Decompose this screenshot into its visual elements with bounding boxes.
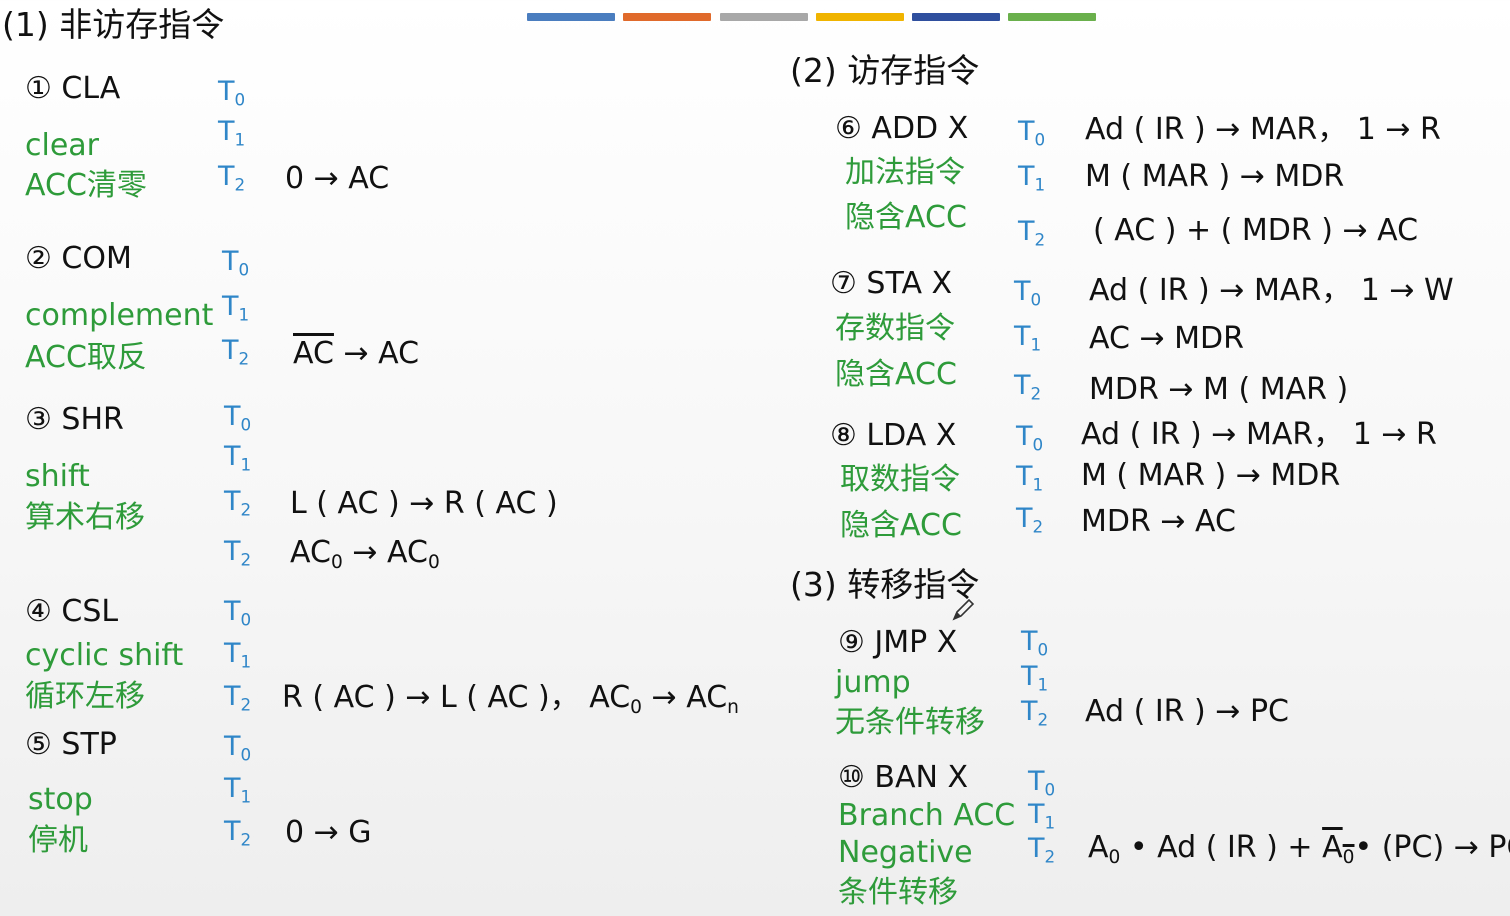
instr-shr-en: shift [25, 459, 90, 494]
color-bar-orange [623, 13, 711, 21]
instr-csl-name: ④ CSL [25, 594, 119, 629]
sta-op0: Ad ( IR ) → MAR， 1 → W [1089, 273, 1454, 308]
shr-t2: T2 [224, 486, 252, 520]
color-bar-navy [912, 13, 1000, 21]
add-op1: M ( MAR ) → MDR [1085, 159, 1345, 194]
add-op2: ( AC ) + ( MDR ) → AC [1093, 213, 1419, 248]
jmp-t0: T0 [1021, 626, 1049, 660]
instr-csl-en: cyclic shift [25, 638, 184, 673]
instr-jmp-en: jump [835, 665, 911, 700]
color-bar-gray [720, 13, 808, 21]
lda-op1: M ( MAR ) → MDR [1081, 458, 1341, 493]
ban-t0: T0 [1028, 766, 1056, 800]
cla-t1: T1 [218, 116, 246, 150]
shr-t0: T0 [224, 401, 252, 435]
stp-op: 0 → G [285, 815, 372, 850]
color-bar-yellow [816, 13, 904, 21]
instr-jmp-cn: 无条件转移 [835, 705, 985, 740]
csl-t1: T1 [224, 638, 252, 672]
instr-add-cn1: 加法指令 [845, 155, 965, 190]
com-t1: T1 [222, 291, 250, 325]
instr-cla-cn: ACC清零 [25, 168, 147, 203]
lda-t1: T1 [1016, 461, 1044, 495]
add-t0: T0 [1018, 116, 1046, 150]
instr-sta-cn2: 隐含ACC [835, 357, 957, 392]
ban-op: A0 • Ad ( IR ) + A0• (PC) → PC [1088, 830, 1510, 868]
jmp-t2: T2 [1021, 696, 1049, 730]
instr-shr-name: ③ SHR [25, 402, 124, 437]
add-t2: T2 [1018, 216, 1046, 250]
sta-t0: T0 [1014, 276, 1042, 310]
shr-op2: AC0 → AC0 [290, 535, 440, 573]
instr-lda-cn2: 隐含ACC [840, 508, 962, 543]
sta-op1: AC → MDR [1089, 321, 1244, 356]
shr-op1: L ( AC ) → R ( AC ) [290, 486, 558, 521]
shr-t2b: T2 [224, 536, 252, 570]
pencil-cursor-icon [952, 598, 975, 621]
cla-t2: T2 [218, 161, 246, 195]
instr-cla-en: clear [25, 128, 100, 163]
stp-t0: T0 [224, 731, 252, 765]
jmp-t1: T1 [1021, 661, 1049, 695]
instr-add-cn2: 隐含ACC [845, 200, 967, 235]
stp-t1: T1 [224, 773, 252, 807]
add-op0: Ad ( IR ) → MAR， 1 → R [1085, 112, 1441, 147]
csl-t0: T0 [224, 596, 252, 630]
instr-csl-cn: 循环左移 [25, 679, 145, 714]
instr-ban-name: ⑩ BAN X [838, 760, 969, 795]
cla-t0: T0 [218, 76, 246, 110]
color-bar-blue [527, 13, 615, 21]
instr-stp-name: ⑤ STP [25, 727, 117, 762]
instr-stp-en: stop [28, 782, 93, 817]
section-heading-nonmemory: (1) 非访存指令 [2, 5, 225, 44]
instr-jmp-name: ⑨ JMP X [838, 625, 958, 660]
instr-lda-cn1: 取数指令 [840, 462, 960, 497]
instr-sta-name: ⑦ STA X [830, 266, 953, 301]
lda-t0: T0 [1016, 421, 1044, 455]
stp-t2: T2 [224, 816, 252, 850]
instr-ban-en2: Negative [838, 835, 973, 870]
instr-add-name: ⑥ ADD X [835, 111, 969, 146]
color-bar-green [1008, 13, 1096, 21]
lda-op2: MDR → AC [1081, 504, 1236, 539]
instr-cla-name: ① CLA [25, 71, 121, 106]
sta-t2: T2 [1014, 370, 1042, 404]
lda-op0: Ad ( IR ) → MAR， 1 → R [1081, 417, 1437, 452]
com-op: AC → AC [293, 336, 420, 371]
csl-op: R ( AC ) → L ( AC )， AC0 → ACn [282, 680, 739, 718]
add-t1: T1 [1018, 161, 1046, 195]
csl-t2: T2 [224, 681, 252, 715]
jmp-op: Ad ( IR ) → PC [1085, 694, 1289, 729]
instr-com-en: complement [25, 298, 214, 333]
instr-sta-cn1: 存数指令 [835, 311, 955, 346]
section-heading-memory: (2) 访存指令 [790, 51, 980, 90]
sta-op2: MDR → M ( MAR ) [1089, 372, 1349, 407]
instr-com-cn: ACC取反 [25, 340, 147, 375]
sta-t1: T1 [1014, 321, 1042, 355]
ban-t2: T2 [1028, 833, 1056, 867]
com-t2: T2 [222, 335, 250, 369]
instr-ban-en1: Branch ACC [838, 798, 1016, 833]
ban-t1: T1 [1028, 799, 1056, 833]
cla-op: 0 → AC [285, 161, 390, 196]
instr-com-name: ② COM [25, 241, 132, 276]
instr-lda-name: ⑧ LDA X [830, 418, 957, 453]
instr-shr-cn: 算术右移 [25, 500, 145, 535]
instr-ban-cn: 条件转移 [838, 875, 958, 910]
lda-t2: T2 [1016, 503, 1044, 537]
com-t0: T0 [222, 246, 250, 280]
instr-stp-cn: 停机 [28, 823, 88, 858]
shr-t1: T1 [224, 441, 252, 475]
